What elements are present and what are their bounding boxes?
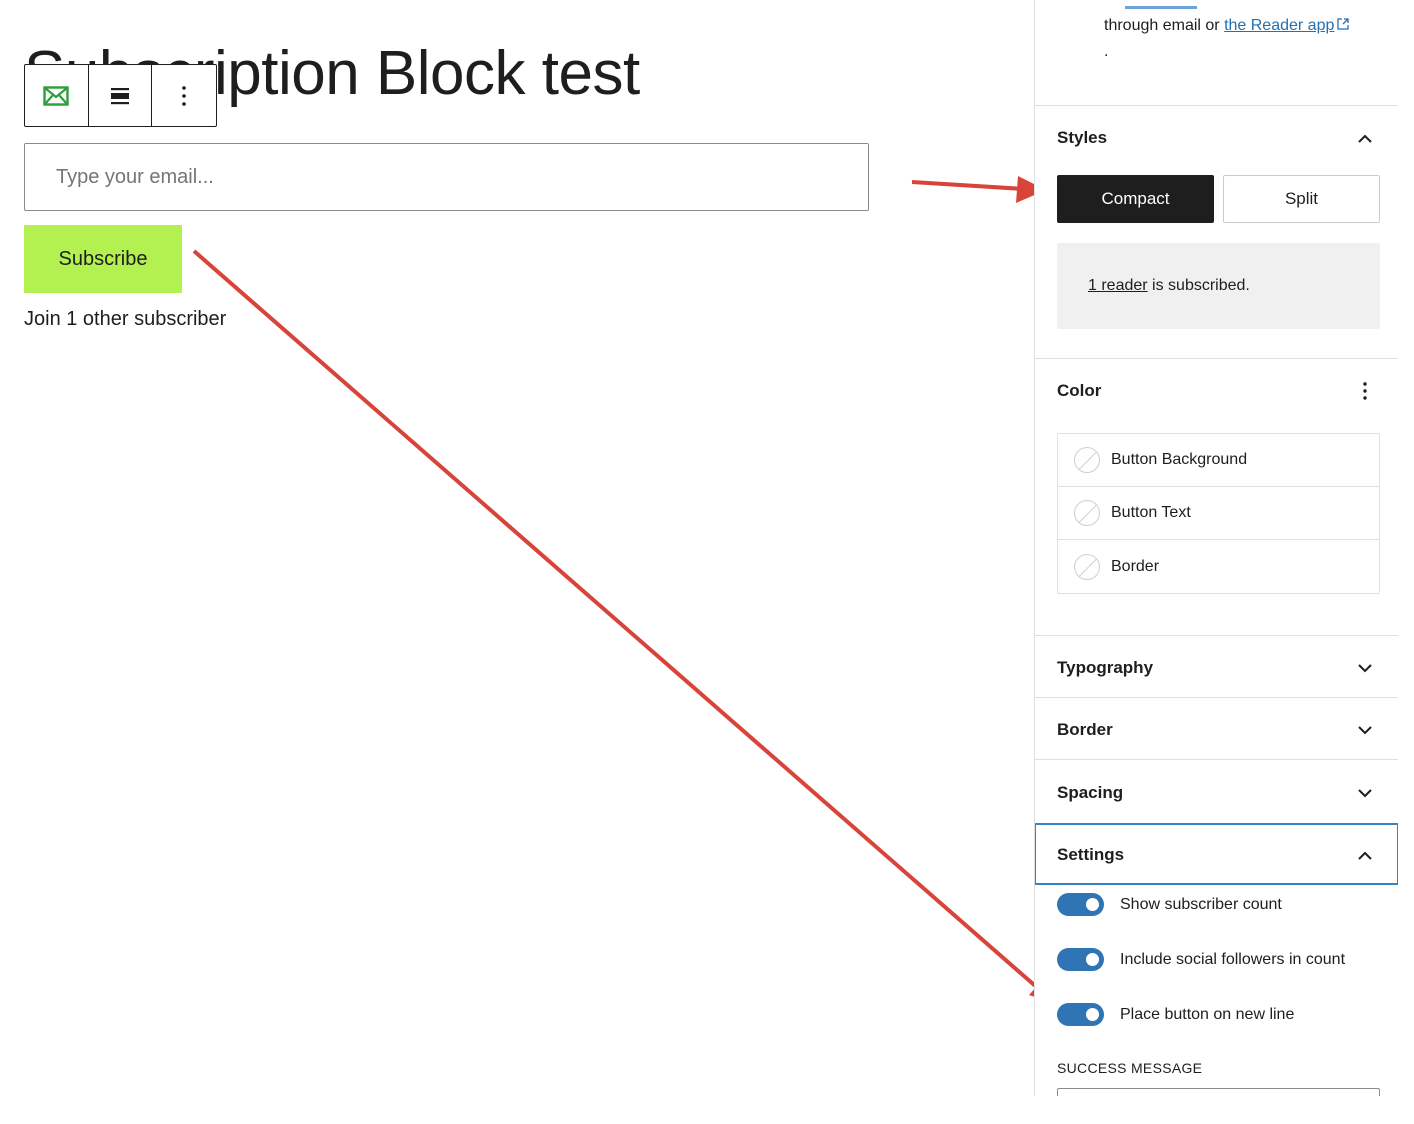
settings-panel-header[interactable]: Settings bbox=[1057, 840, 1377, 870]
block-toolbar bbox=[24, 64, 217, 127]
more-vertical-icon[interactable] bbox=[1353, 379, 1377, 403]
success-message-field[interactable] bbox=[1057, 1088, 1380, 1096]
style-compact-button[interactable]: Compact bbox=[1057, 175, 1214, 223]
active-tab-indicator bbox=[1125, 6, 1197, 9]
color-panel-header: Color bbox=[1057, 376, 1377, 406]
divider bbox=[1035, 697, 1398, 698]
chevron-down-icon bbox=[1353, 718, 1377, 742]
align-icon bbox=[111, 87, 129, 104]
chevron-up-icon bbox=[1353, 843, 1377, 867]
subscribe-button[interactable]: Subscribe bbox=[24, 225, 182, 293]
align-button[interactable] bbox=[89, 65, 153, 126]
empty-color-swatch-icon bbox=[1074, 553, 1100, 580]
color-item-button-background[interactable]: Button Background bbox=[1058, 434, 1379, 487]
toggle-switch[interactable] bbox=[1057, 893, 1104, 916]
typography-panel-header[interactable]: Typography bbox=[1057, 653, 1377, 683]
reader-count-box: 1 reader is subscribed. bbox=[1057, 243, 1380, 329]
toggle-include-social-followers[interactable]: Include social followers in count bbox=[1057, 948, 1345, 971]
spacing-panel-header[interactable]: Spacing bbox=[1057, 778, 1377, 808]
subscriber-count-text: Join 1 other subscriber bbox=[24, 308, 227, 330]
intro-text: through email or the Reader app . bbox=[1104, 14, 1384, 64]
toggle-switch[interactable] bbox=[1057, 948, 1104, 971]
chevron-down-icon bbox=[1353, 656, 1377, 680]
reader-app-link[interactable]: the Reader app bbox=[1224, 17, 1334, 34]
success-message-label: Success message bbox=[1057, 1060, 1203, 1076]
email-input[interactable] bbox=[24, 143, 869, 211]
envelope-icon bbox=[43, 85, 70, 106]
toggle-show-subscriber-count[interactable]: Show subscriber count bbox=[1057, 893, 1282, 916]
border-panel-header[interactable]: Border bbox=[1057, 715, 1377, 745]
external-link-icon bbox=[1337, 18, 1350, 30]
options-button[interactable] bbox=[152, 65, 216, 126]
toggle-switch[interactable] bbox=[1057, 1003, 1104, 1026]
empty-color-swatch-icon bbox=[1074, 447, 1100, 473]
styles-panel-header[interactable]: Styles bbox=[1057, 123, 1377, 153]
toggle-place-button-new-line[interactable]: Place button on new line bbox=[1057, 1003, 1294, 1026]
style-split-button[interactable]: Split bbox=[1223, 175, 1380, 223]
color-item-button-text[interactable]: Button Text bbox=[1058, 487, 1379, 540]
color-settings-list: Button Background Button Text Border bbox=[1057, 433, 1380, 594]
reader-count-link[interactable]: 1 reader bbox=[1088, 277, 1148, 295]
more-vertical-icon bbox=[182, 85, 186, 106]
editor-canvas: Subscription Block test Subscribe Join bbox=[0, 0, 1034, 1124]
block-type-button[interactable] bbox=[25, 65, 89, 126]
color-item-border[interactable]: Border bbox=[1058, 540, 1379, 593]
divider bbox=[1035, 759, 1398, 760]
chevron-down-icon bbox=[1353, 781, 1377, 805]
divider bbox=[1035, 105, 1398, 106]
divider bbox=[1035, 635, 1398, 636]
empty-color-swatch-icon bbox=[1074, 500, 1100, 526]
block-settings-sidebar: through email or the Reader app . Styles… bbox=[1034, 0, 1398, 1096]
divider bbox=[1035, 358, 1398, 359]
chevron-up-icon bbox=[1353, 126, 1377, 150]
